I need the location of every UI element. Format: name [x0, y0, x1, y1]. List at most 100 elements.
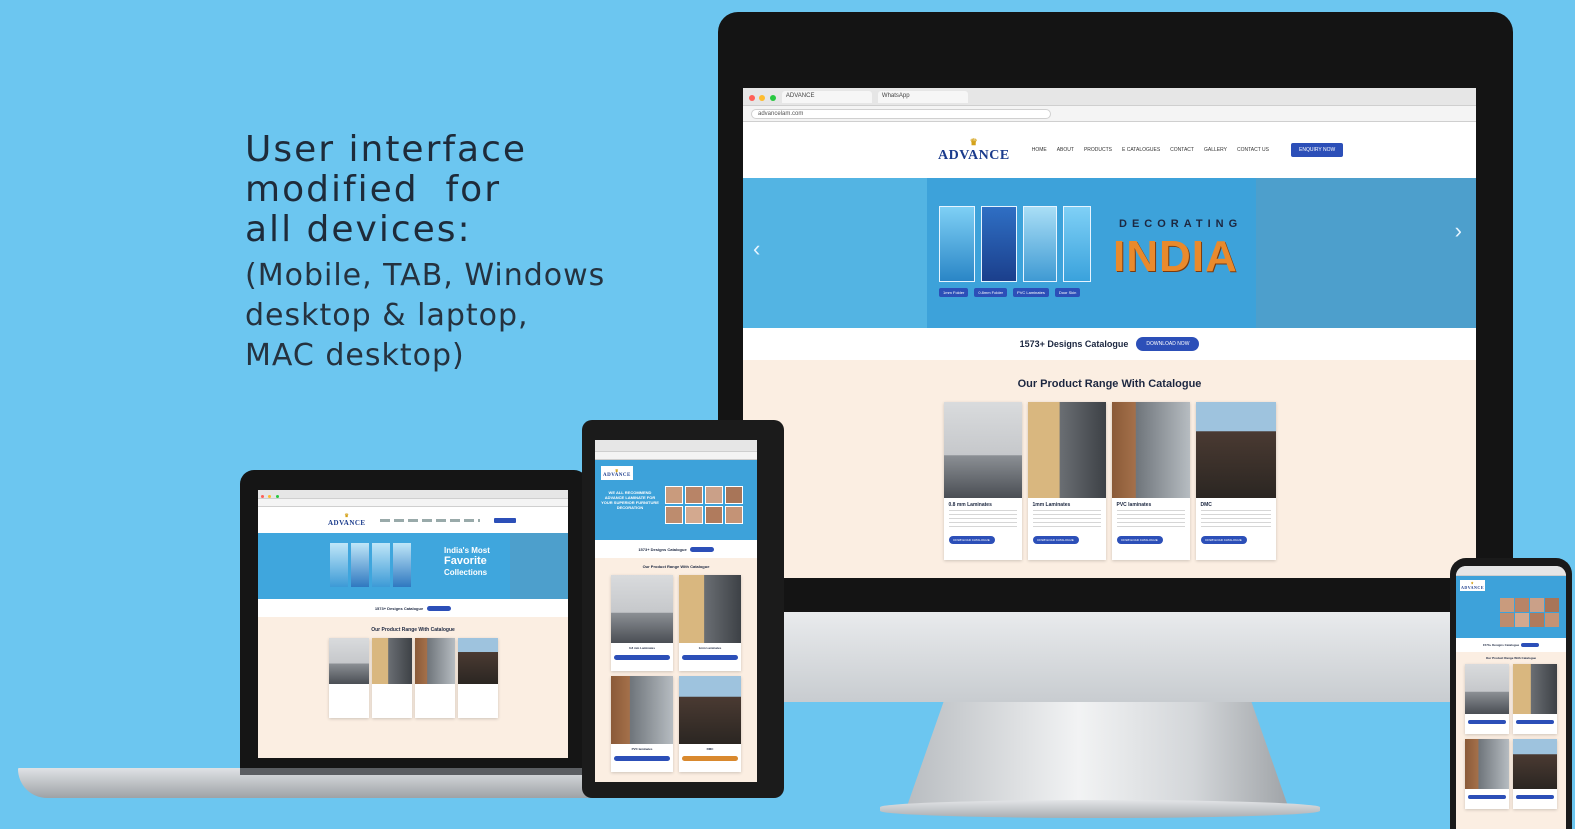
product-box — [1023, 206, 1057, 282]
nav-item[interactable]: ABOUT — [1057, 147, 1074, 153]
nav-item[interactable]: PRODUCTS — [1084, 147, 1112, 153]
product-card[interactable]: 1mm Laminates DOWNLOAD CATALOGUE — [1027, 402, 1106, 560]
nav-item[interactable]: CONTACT US — [1237, 147, 1269, 153]
browser-address-row — [1456, 566, 1566, 576]
avatar — [705, 506, 723, 524]
product-card[interactable] — [1513, 739, 1557, 809]
subheadline-line-1: (Mobile, TAB, Windows — [245, 258, 606, 293]
download-catalogue-button[interactable] — [1468, 720, 1506, 724]
hero-prev-arrow[interactable]: ‹ — [753, 236, 760, 262]
site-logo[interactable]: ♛ ADVANCE — [938, 137, 1010, 164]
product-title: 0.8 mm Laminates — [628, 646, 655, 650]
hero-label: Door Skin — [1054, 288, 1081, 297]
avatar — [665, 506, 683, 524]
hero-avatars — [665, 486, 743, 524]
product-range-section: Our Product Range With Catalogue 0.8 mm … — [743, 360, 1476, 578]
download-catalogue-button[interactable] — [1516, 795, 1554, 799]
product-title: PVC laminates — [631, 747, 653, 751]
avatar — [725, 486, 743, 504]
site-logo[interactable]: ♛ ADVANCE — [328, 513, 366, 527]
enquiry-button[interactable] — [493, 517, 516, 523]
product-image — [1111, 402, 1190, 498]
nav-item[interactable]: GALLERY — [1204, 147, 1227, 153]
product-card[interactable] — [457, 638, 498, 718]
download-catalogue-button[interactable]: DOWNLOAD CATALOGUE — [1200, 536, 1247, 544]
hero-label: 0.8mm Folder — [974, 288, 1008, 297]
product-card[interactable]: DMC DOWNLOAD CATALOGUE — [1195, 402, 1276, 560]
nav-item[interactable]: E CATALOGUES — [1122, 147, 1160, 153]
address-bar[interactable]: advancelam.com — [751, 108, 1051, 119]
logo-text: ADVANCE — [938, 147, 1010, 163]
browser-tab-strip — [258, 490, 568, 499]
product-card[interactable]: 1mm Laminates — [679, 575, 741, 671]
phone-screen: ♛ ADVANCE 1573+ Designs Catalogue Our Pr… — [1456, 566, 1566, 829]
catalogue-bar: 1573+ Designs Catalogue — [1456, 638, 1566, 652]
nav-item[interactable]: HOME — [1032, 147, 1047, 153]
download-catalogue-button[interactable] — [1516, 720, 1554, 724]
logo-text: ADVANCE — [603, 473, 631, 478]
download-catalogue-button[interactable]: DOWNLOAD CATALOGUE — [1116, 536, 1163, 544]
product-card[interactable]: DMC — [679, 676, 741, 772]
product-image — [328, 638, 369, 684]
laptop-screen: ♛ ADVANCE India's Most Favorite Collecti… — [258, 490, 568, 758]
logo-text: ADVANCE — [328, 519, 366, 527]
main-nav: HOME ABOUT PRODUCTS E CATALOGUES CONTACT… — [1032, 147, 1269, 153]
hero-avatars — [1500, 598, 1559, 627]
download-button[interactable]: DOWNLOAD NOW — [1136, 337, 1200, 351]
product-image — [1195, 402, 1276, 498]
product-card[interactable]: PVC laminates — [611, 676, 673, 772]
headline: User interface modified for all devices:… — [245, 130, 605, 376]
window-controls[interactable] — [261, 490, 279, 503]
site-logo[interactable]: ♛ ADVANCE — [601, 466, 633, 480]
product-card[interactable] — [414, 638, 455, 718]
product-card[interactable] — [371, 638, 412, 718]
browser-address-row — [595, 452, 757, 460]
subheadline-line-2: desktop & laptop, — [245, 298, 529, 333]
download-button[interactable] — [1521, 643, 1540, 647]
tablet-screen: ♛ ADVANCE WE ALL RECOMMEND ADVANCE LAMIN… — [595, 440, 757, 782]
nav-item[interactable]: CONTACT — [1170, 147, 1194, 153]
site-logo[interactable]: ♛ ADVANCE — [1460, 580, 1485, 591]
hero-line-2: Favorite — [444, 555, 487, 567]
download-catalogue-button[interactable] — [1468, 795, 1506, 799]
enquiry-button[interactable]: ENQUIRY NOW — [1291, 143, 1344, 157]
hero-center: 1mm Folder 0.8mm Folder PVC Laminates Do… — [927, 178, 1256, 328]
browser-tab[interactable]: ADVANCE — [781, 90, 872, 103]
download-button[interactable] — [427, 605, 452, 611]
hero-next-arrow[interactable]: › — [1455, 218, 1462, 244]
hero-label: 1mm Folder — [939, 288, 969, 297]
headline-line-2: modified for — [245, 169, 502, 210]
product-card[interactable] — [328, 638, 369, 718]
avatar — [1515, 613, 1529, 627]
product-description — [948, 510, 1017, 530]
product-card[interactable]: 0.8 mm Laminates DOWNLOAD CATALOGUE — [943, 402, 1022, 560]
product-card[interactable] — [1513, 664, 1557, 734]
catalogue-text: 1573+ Designs Catalogue — [638, 546, 687, 552]
download-button[interactable] — [689, 546, 714, 552]
product-card[interactable]: PVC laminates DOWNLOAD CATALOGUE — [1111, 402, 1190, 560]
product-cards: 0.8 mm Laminates 1mm Laminates PVC lamin… — [595, 575, 757, 772]
download-catalogue-button[interactable] — [682, 756, 738, 761]
product-image — [943, 402, 1022, 498]
avatar — [1515, 598, 1529, 612]
subheadline-line-3: MAC desktop) — [245, 338, 465, 373]
browser-tab-strip: ADVANCE WhatsApp — [743, 88, 1476, 106]
product-cards — [1456, 664, 1566, 809]
hero-side-right — [510, 533, 568, 599]
product-description — [1116, 510, 1185, 530]
product-cards — [258, 638, 568, 718]
product-card[interactable] — [1465, 739, 1509, 809]
download-catalogue-button[interactable] — [614, 655, 670, 660]
catalogue-bar: 1573+ Designs Catalogue — [258, 599, 568, 617]
download-catalogue-button[interactable] — [682, 655, 738, 660]
window-controls[interactable] — [749, 88, 776, 106]
catalogue-text: 1573+ Designs Catalogue — [1482, 643, 1520, 647]
product-card[interactable]: 0.8 mm Laminates — [611, 575, 673, 671]
download-catalogue-button[interactable] — [614, 756, 670, 761]
download-catalogue-button[interactable]: DOWNLOAD CATALOGUE — [1032, 536, 1079, 544]
product-card[interactable] — [1465, 664, 1509, 734]
product-box — [330, 543, 348, 587]
range-title: Our Product Range With Catalogue — [642, 564, 710, 569]
browser-tab[interactable]: WhatsApp — [877, 90, 968, 103]
download-catalogue-button[interactable]: DOWNLOAD CATALOGUE — [948, 536, 995, 544]
